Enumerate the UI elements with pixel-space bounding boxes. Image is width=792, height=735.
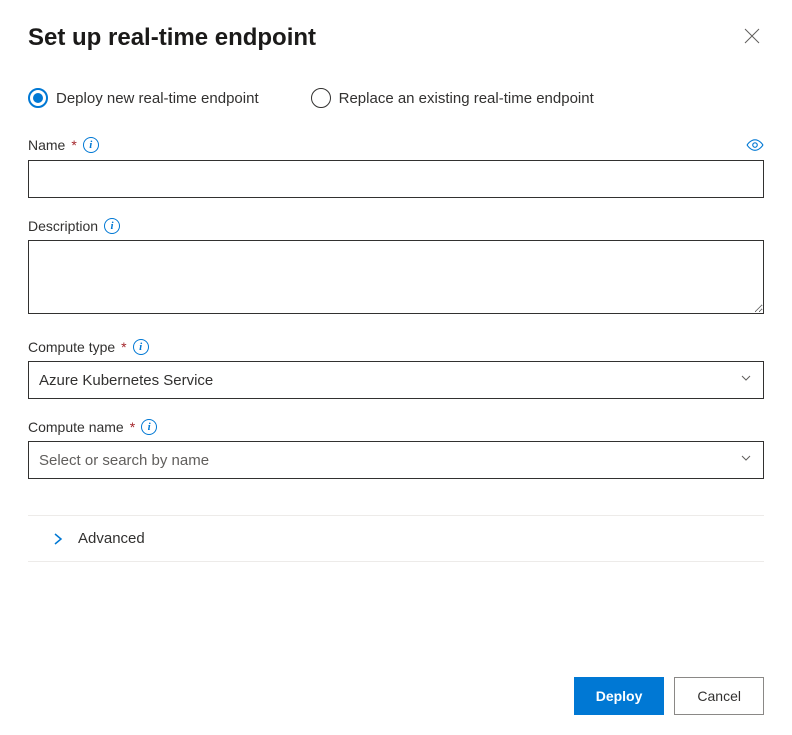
info-icon[interactable]: i xyxy=(104,218,120,234)
name-label-left: Name * i xyxy=(28,137,99,153)
radio-deploy-new-label: Deploy new real-time endpoint xyxy=(56,90,259,107)
dialog-footer: Deploy Cancel xyxy=(574,677,764,715)
close-button[interactable] xyxy=(740,24,764,48)
name-label: Name xyxy=(28,137,65,153)
compute-type-select-wrap: Azure Kubernetes Service xyxy=(28,361,764,399)
compute-name-field-group: Compute name * i Select or search by nam… xyxy=(28,419,764,479)
radio-replace-existing[interactable]: Replace an existing real-time endpoint xyxy=(311,88,594,108)
cancel-button[interactable]: Cancel xyxy=(674,677,764,715)
compute-name-label-row: Compute name * i xyxy=(28,419,764,435)
eye-icon[interactable] xyxy=(746,136,764,154)
name-input[interactable] xyxy=(28,160,764,198)
description-label: Description xyxy=(28,218,98,234)
close-icon xyxy=(744,28,760,44)
dialog-header: Set up real-time endpoint xyxy=(28,24,764,52)
compute-type-label-row: Compute type * i xyxy=(28,339,764,355)
radio-circle-icon xyxy=(311,88,331,108)
compute-name-label-left: Compute name * i xyxy=(28,419,157,435)
deploy-button[interactable]: Deploy xyxy=(574,677,665,715)
chevron-right-icon xyxy=(52,532,64,546)
required-asterisk: * xyxy=(130,419,135,435)
required-asterisk: * xyxy=(71,137,76,153)
radio-deploy-new[interactable]: Deploy new real-time endpoint xyxy=(28,88,259,108)
compute-name-select-wrap: Select or search by name xyxy=(28,441,764,479)
name-field-group: Name * i xyxy=(28,136,764,198)
radio-replace-existing-label: Replace an existing real-time endpoint xyxy=(339,90,594,107)
compute-name-select[interactable]: Select or search by name xyxy=(28,441,764,479)
required-asterisk: * xyxy=(121,339,126,355)
description-label-row: Description i xyxy=(28,218,764,234)
info-icon[interactable]: i xyxy=(141,419,157,435)
advanced-label: Advanced xyxy=(78,530,145,547)
description-field-group: Description i xyxy=(28,218,764,319)
description-label-left: Description i xyxy=(28,218,120,234)
compute-type-label-left: Compute type * i xyxy=(28,339,149,355)
compute-name-placeholder: Select or search by name xyxy=(39,452,209,469)
radio-circle-icon xyxy=(28,88,48,108)
advanced-section: Advanced xyxy=(28,515,764,562)
compute-name-label: Compute name xyxy=(28,419,124,435)
info-icon[interactable]: i xyxy=(133,339,149,355)
advanced-toggle[interactable]: Advanced xyxy=(28,516,764,561)
compute-type-label: Compute type xyxy=(28,339,115,355)
name-label-row: Name * i xyxy=(28,136,764,154)
radio-dot-icon xyxy=(33,93,43,103)
description-input[interactable] xyxy=(28,240,764,314)
dialog-title: Set up real-time endpoint xyxy=(28,24,316,52)
compute-type-field-group: Compute type * i Azure Kubernetes Servic… xyxy=(28,339,764,399)
compute-type-select[interactable]: Azure Kubernetes Service xyxy=(28,361,764,399)
deploy-mode-radio-group: Deploy new real-time endpoint Replace an… xyxy=(28,88,764,108)
compute-type-value: Azure Kubernetes Service xyxy=(39,372,213,389)
info-icon[interactable]: i xyxy=(83,137,99,153)
